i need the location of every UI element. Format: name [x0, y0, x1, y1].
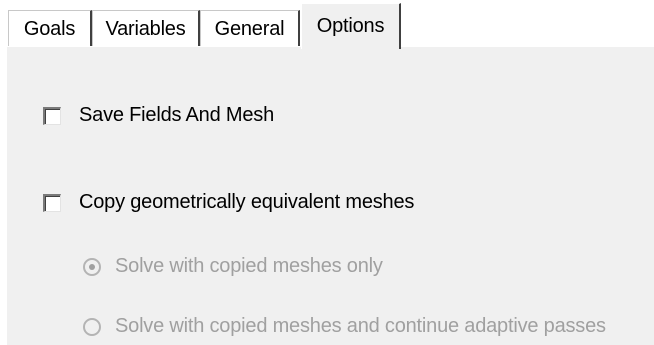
tab-options[interactable]: Options: [301, 3, 401, 49]
tab-strip: Goals Variables General Options: [0, 0, 654, 49]
save-fields-and-mesh-checkbox[interactable]: [43, 106, 61, 125]
tab-variables[interactable]: Variables: [92, 10, 200, 46]
solve-copied-meshes-only-option: Solve with copied meshes only: [83, 255, 383, 278]
tab-general[interactable]: General: [200, 10, 300, 46]
save-fields-and-mesh-label: Save Fields And Mesh: [79, 104, 274, 126]
options-dialog: Goals Variables General Options Save Fie…: [0, 0, 654, 345]
solve-continue-adaptive-radio: [83, 317, 101, 336]
copy-equivalent-meshes-checkbox[interactable]: [43, 193, 61, 212]
radio-selected-dot: [89, 263, 95, 270]
copy-equivalent-meshes-label: Copy geometrically equivalent meshes: [79, 191, 415, 213]
copy-equivalent-meshes-option[interactable]: Copy geometrically equivalent meshes: [43, 191, 414, 214]
solve-continue-adaptive-label: Solve with copied meshes and continue ad…: [115, 315, 606, 337]
options-panel: Save Fields And Mesh Copy geometrically …: [6, 46, 654, 345]
solve-continue-adaptive-option: Solve with copied meshes and continue ad…: [83, 315, 606, 338]
solve-copied-meshes-only-label: Solve with copied meshes only: [115, 255, 383, 277]
solve-copied-meshes-only-radio: [83, 257, 101, 276]
save-fields-and-mesh-option[interactable]: Save Fields And Mesh: [43, 104, 274, 127]
tab-goals[interactable]: Goals: [8, 10, 92, 46]
